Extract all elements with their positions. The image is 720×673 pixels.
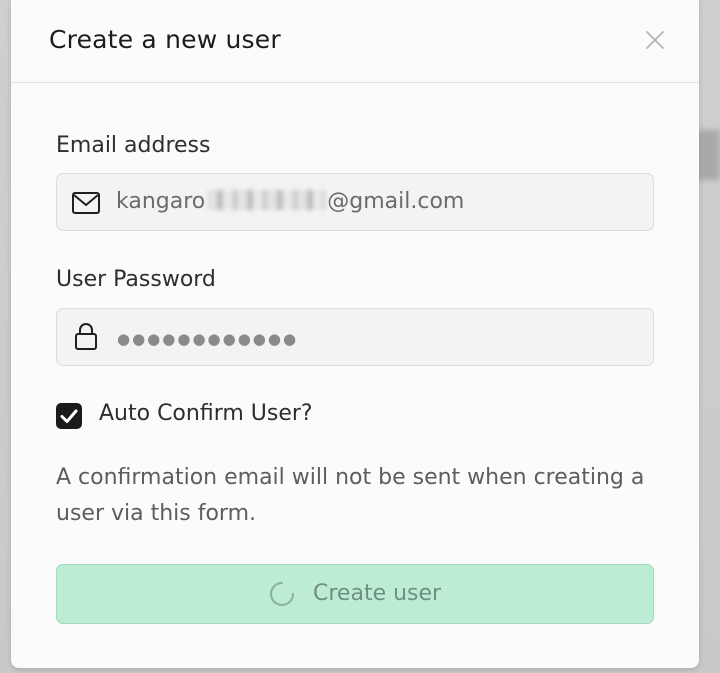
auto-confirm-checkbox[interactable] — [56, 403, 82, 429]
password-label: User Password — [56, 267, 216, 292]
create-user-label: Create user — [313, 581, 442, 606]
create-user-modal: Create a new user Email address kangaro @… — [11, 0, 699, 668]
email-value-end: @gmail.com — [327, 189, 465, 214]
lock-icon — [75, 323, 97, 350]
close-icon — [646, 31, 664, 49]
loading-spinner-icon — [269, 581, 295, 607]
email-field[interactable]: kangaro @gmail.com — [56, 173, 654, 231]
mail-icon — [72, 192, 100, 214]
checkmark-icon — [60, 409, 78, 423]
email-value: kangaro @gmail.com — [116, 189, 464, 214]
auto-confirm-label[interactable]: Auto Confirm User? — [99, 401, 313, 426]
password-field[interactable]: ●●●●●●●●●●●● — [56, 308, 654, 366]
create-user-button[interactable]: Create user — [56, 564, 654, 624]
background-content — [696, 130, 720, 180]
confirmation-note: A confirmation email will not be sent wh… — [56, 465, 645, 526]
password-value: ●●●●●●●●●●●● — [117, 330, 299, 348]
modal-title: Create a new user — [49, 25, 281, 54]
close-button[interactable] — [644, 29, 666, 51]
email-value-start: kangaro — [116, 189, 206, 214]
redacted-text — [207, 190, 326, 210]
email-label: Email address — [56, 133, 211, 158]
modal-header: Create a new user — [11, 0, 699, 83]
